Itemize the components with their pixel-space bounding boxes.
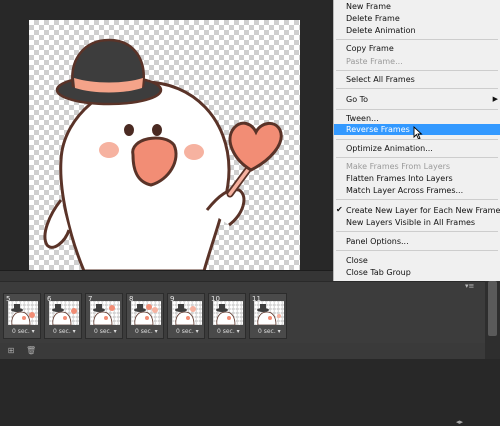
frame-thumbnail[interactable]: 6 0 sec. ▾ <box>44 293 82 339</box>
frame-thumbnail[interactable]: 7 0 sec. ▾ <box>85 293 123 339</box>
menu-separator <box>336 88 498 89</box>
menu-item-go-to-label: Go To <box>346 95 369 104</box>
frame-delay[interactable]: 0 sec. ▾ <box>12 328 35 335</box>
panel-menu-icon[interactable]: ▾≡ <box>465 282 474 290</box>
menu-separator <box>336 250 498 251</box>
scroll-arrows-icon[interactable]: ◂▸ <box>456 418 463 426</box>
animation-timeline-panel: ▾≡ 5 0 sec. ▾ 6 0 sec. ▾ 7 0 sec. ▾ 8 0 … <box>0 270 500 426</box>
menu-item-delete-animation[interactable]: Delete Animation <box>346 25 416 36</box>
menu-item-copy-frame[interactable]: Copy Frame <box>346 43 394 54</box>
menu-item-new-frame[interactable]: New Frame <box>346 1 391 12</box>
menu-item-tween[interactable]: Tween... <box>346 113 379 124</box>
frame-preview-art <box>52 304 77 325</box>
menu-item-go-to[interactable]: Go To ▶ <box>346 94 498 105</box>
frame-preview-art <box>175 304 196 325</box>
menu-separator <box>336 139 498 140</box>
menu-separator <box>336 109 498 110</box>
timeline-footer-bar: ⊞ 🗑 ◂▸ <box>0 343 485 426</box>
frame-delay[interactable]: 0 sec. ▾ <box>53 328 76 335</box>
frame-preview <box>213 301 243 325</box>
frame-delay[interactable]: 0 sec. ▾ <box>94 328 117 335</box>
frame-thumbnail[interactable]: 9 0 sec. ▾ <box>167 293 205 339</box>
menu-item-optimize-animation[interactable]: Optimize Animation... <box>346 143 433 154</box>
menu-item-make-frames-from-layers: Make Frames From Layers <box>346 162 451 171</box>
scrollbar-thumb[interactable] <box>488 281 497 336</box>
frame-preview-art <box>93 304 115 325</box>
document-canvas[interactable] <box>29 20 300 271</box>
menu-item-new-layers-visible[interactable]: New Layers Visible in All Frames <box>346 217 475 228</box>
frame-delay[interactable]: 0 sec. ▾ <box>135 328 158 335</box>
animation-panel-flyout-menu: New Frame Delete Frame Delete Animation … <box>333 0 500 281</box>
frame-delay[interactable]: 0 sec. ▾ <box>176 328 199 335</box>
delete-icon[interactable]: 🗑 <box>26 346 36 355</box>
timeline-vertical-scrollbar[interactable] <box>485 271 500 359</box>
menu-item-match-layer-across-frames[interactable]: Match Layer Across Frames... <box>346 185 463 196</box>
menu-item-create-new-layer-each-frame[interactable]: Create New Layer for Each New Frame <box>346 205 500 216</box>
menu-item-flatten-frames-into-layers[interactable]: Flatten Frames Into Layers <box>346 173 453 184</box>
frame-thumbnail[interactable]: 8 0 sec. ▾ <box>126 293 164 339</box>
menu-separator <box>336 231 498 232</box>
frame-preview-art <box>257 304 281 325</box>
menu-separator <box>336 70 498 71</box>
frame-preview-art <box>134 304 158 325</box>
menu-separator <box>336 157 498 158</box>
submenu-arrow-icon: ▶ <box>492 95 498 103</box>
menu-item-reverse-frames-label: Reverse Frames <box>346 125 410 134</box>
menu-separator <box>336 39 498 40</box>
frame-thumbnail[interactable]: 11 0 sec. ▾ <box>249 293 287 339</box>
check-icon: ✔ <box>336 205 343 214</box>
menu-item-reverse-frames[interactable]: Reverse Frames <box>334 124 500 140</box>
frame-delay[interactable]: 0 sec. ▾ <box>217 328 240 335</box>
cursor-arrow-icon <box>413 126 423 140</box>
frame-preview <box>8 301 38 325</box>
convert-icon[interactable]: ⊞ <box>6 346 16 355</box>
menu-item-panel-options[interactable]: Panel Options... <box>346 236 409 247</box>
frame-preview-art <box>11 304 35 325</box>
frame-preview <box>172 301 202 325</box>
menu-item-close[interactable]: Close <box>346 255 368 266</box>
menu-item-delete-frame[interactable]: Delete Frame <box>346 13 400 24</box>
menu-item-close-tab-group[interactable]: Close Tab Group <box>346 267 411 278</box>
character-artwork <box>43 38 283 271</box>
menu-item-paste-frame: Paste Frame... <box>346 57 403 66</box>
frame-thumbnail[interactable]: 10 0 sec. ▾ <box>208 293 246 339</box>
frame-preview <box>90 301 120 325</box>
frame-delay[interactable]: 0 sec. ▾ <box>258 328 281 335</box>
menu-item-select-all-frames[interactable]: Select All Frames <box>346 74 415 85</box>
frame-preview <box>49 301 79 325</box>
menu-separator <box>336 199 498 200</box>
frame-preview-art <box>216 304 236 325</box>
frame-preview <box>131 301 161 325</box>
frame-thumbnail[interactable]: 5 0 sec. ▾ <box>3 293 41 339</box>
frame-preview <box>254 301 284 325</box>
